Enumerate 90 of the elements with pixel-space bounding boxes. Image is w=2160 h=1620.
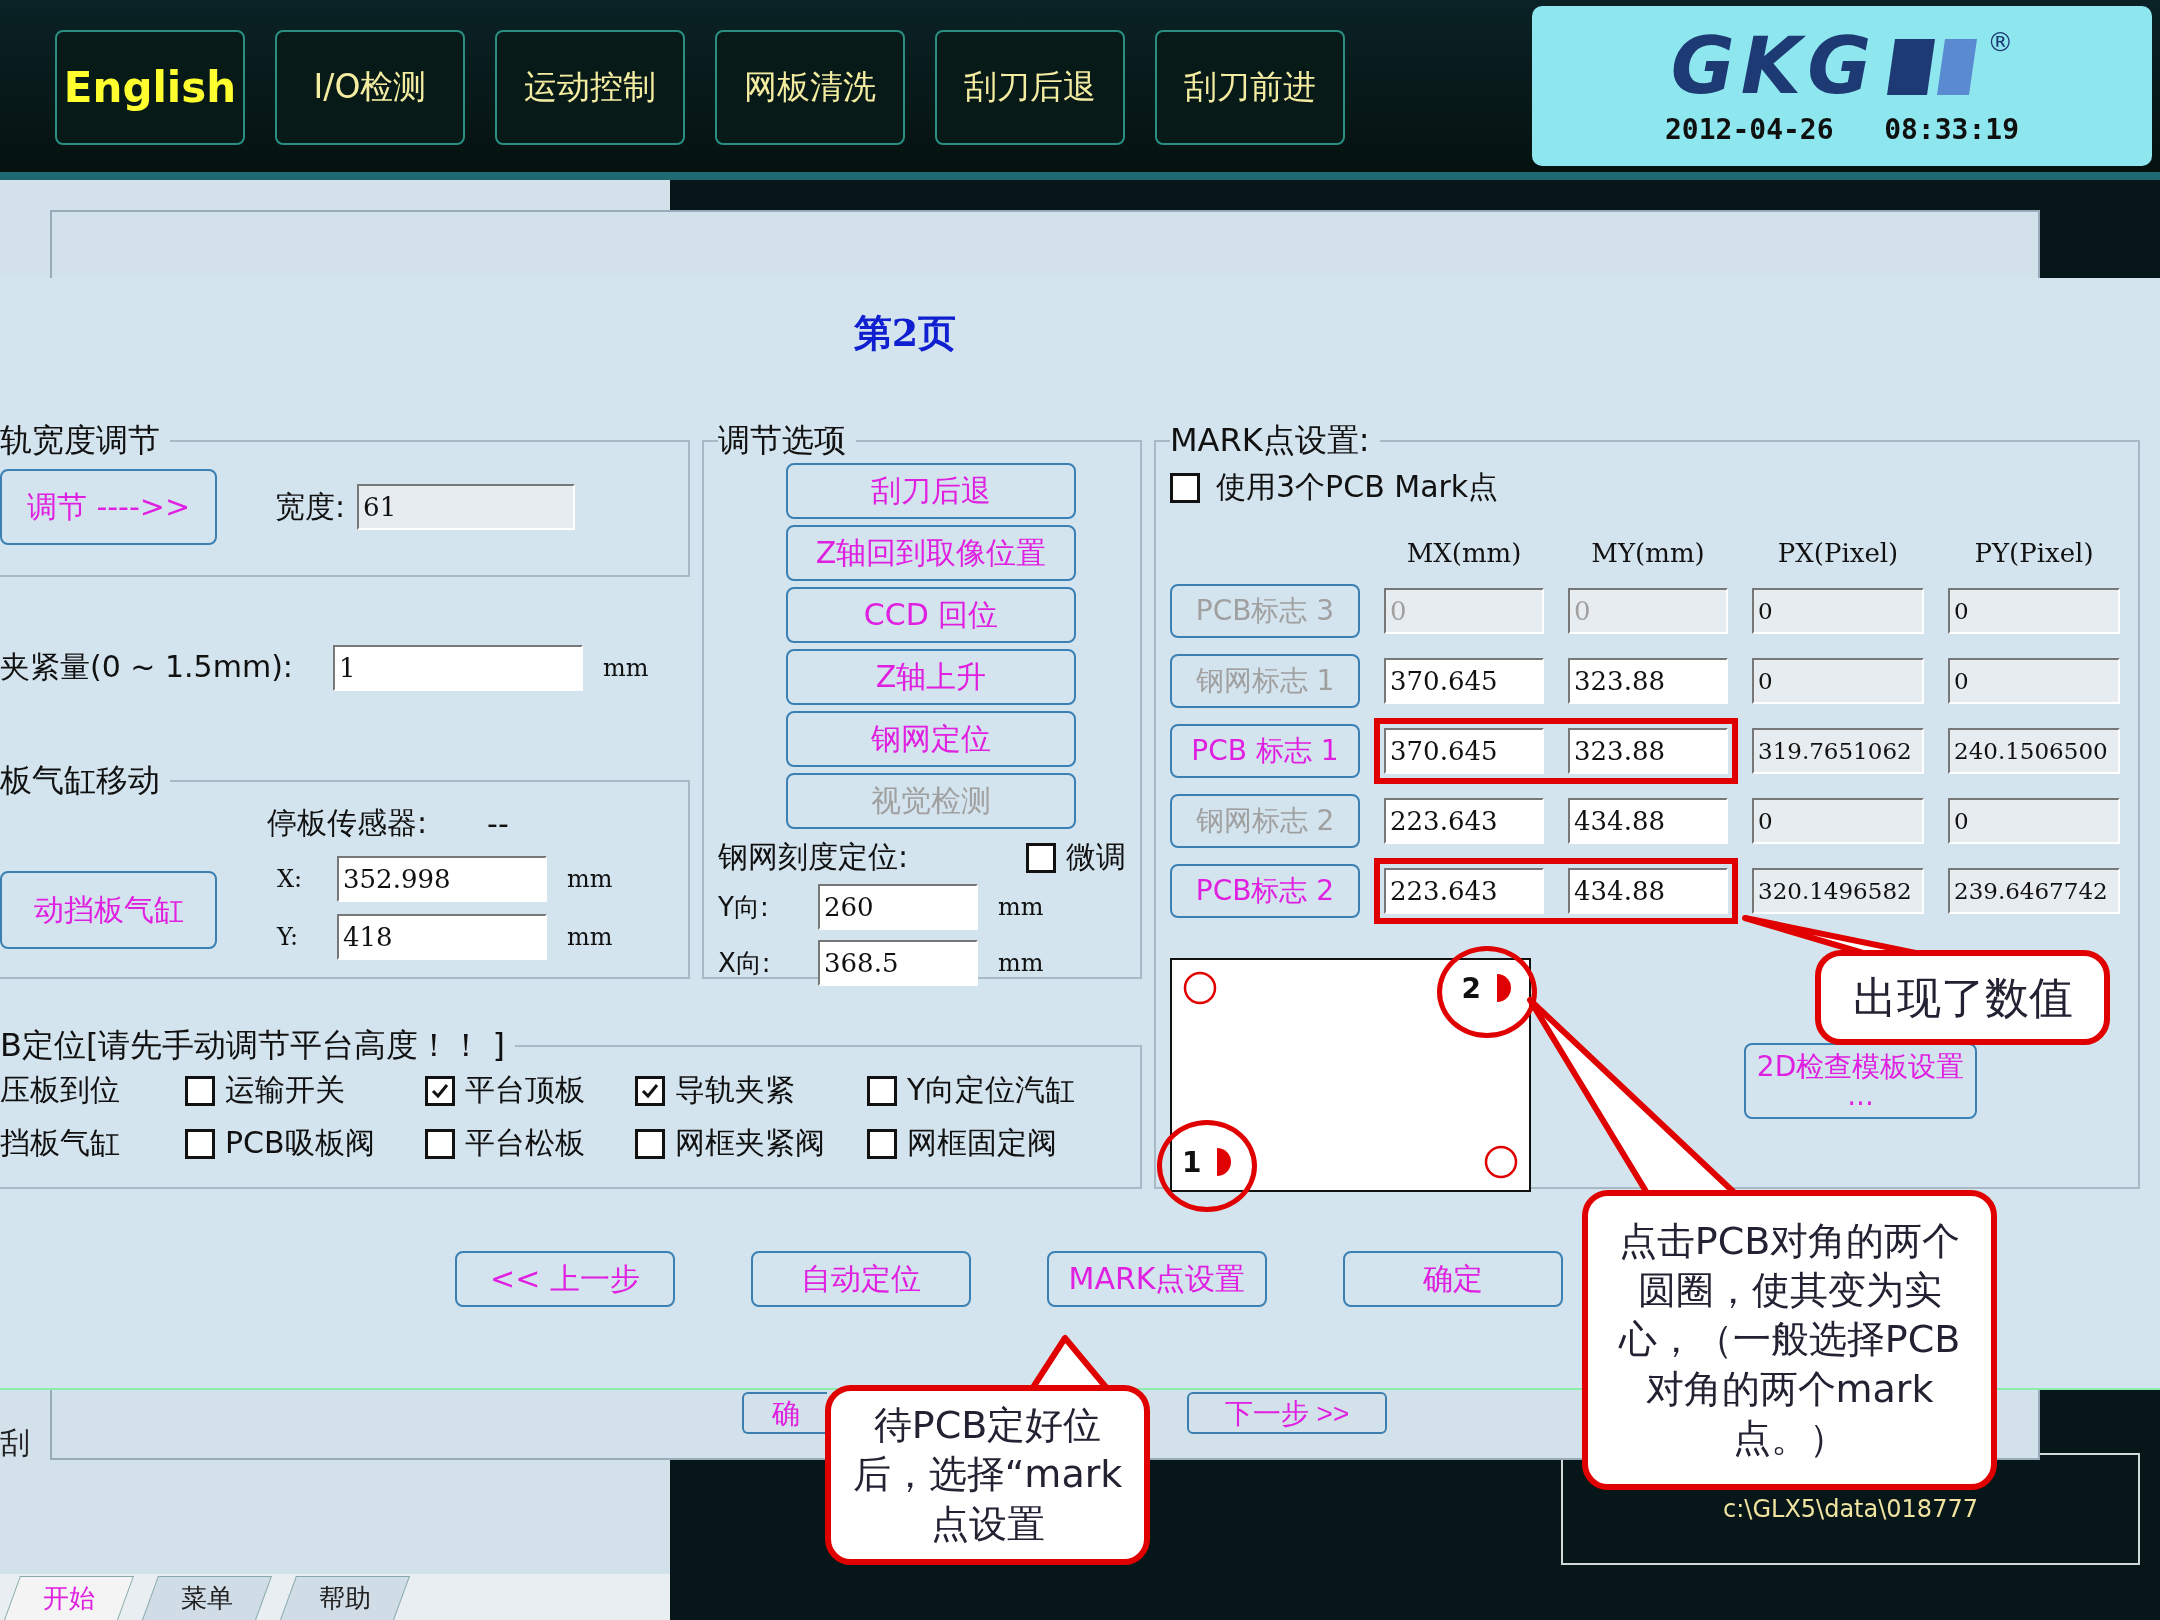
input-field[interactable]: 323.88 <box>1568 658 1728 704</box>
checkbox[interactable] <box>635 1128 665 1159</box>
group-title: 轨宽度调节 <box>0 420 161 461</box>
field-label: Y: <box>277 922 299 951</box>
input-field[interactable]: 0 <box>1948 588 2120 634</box>
input-field[interactable]: 260 <box>818 884 978 930</box>
input-field[interactable]: 0 <box>1752 588 1924 634</box>
date-time: 2012-04-26 08:33:19 <box>1665 112 2019 146</box>
checkbox-label: 使用3个PCB Mark点 <box>1216 468 1499 506</box>
input-field[interactable]: 370.645 <box>1384 658 1544 704</box>
input-field[interactable]: 0 <box>1752 798 1924 844</box>
unit-label: mm <box>998 893 1044 921</box>
unit-label: mm <box>998 949 1044 977</box>
input-field[interactable]: 323.88 <box>1568 728 1728 774</box>
group-title: 调节选项 <box>718 420 847 461</box>
input-field[interactable]: 0 <box>1752 658 1924 704</box>
group-title: B定位[请先手动调节平台高度！！ ] <box>0 1025 507 1066</box>
input-field[interactable]: 1 <box>332 644 583 691</box>
checkbox[interactable] <box>425 1075 455 1106</box>
checkbox-label: 网框夹紧阀 <box>675 1124 825 1162</box>
checkbox-label: 导轨夹紧 <box>675 1071 795 1109</box>
unit-label: mm <box>567 864 613 893</box>
field-label: X: <box>277 864 304 893</box>
field-label: 夹紧量(0 ~ 1.5mm): <box>0 648 293 687</box>
column-header: MX(mm) <box>1405 538 1523 568</box>
checkbox-label: 挡板气缸 <box>0 1124 120 1162</box>
field-label: Y向: <box>718 890 770 924</box>
group-title: 板气缸移动 <box>0 759 161 801</box>
input-field[interactable]: 0 <box>1948 658 2120 704</box>
checkbox-label: 微调 <box>1066 838 1126 876</box>
file-path: c:\GLX5\data\018777 <box>1723 1495 1978 1523</box>
nav-button[interactable]: 运动控制 <box>495 30 685 145</box>
registered-mark: ® <box>1987 26 2014 57</box>
language-button[interactable]: English <box>55 30 245 145</box>
input-field[interactable]: 0 <box>1948 798 2120 844</box>
input-field[interactable]: 319.7651062 <box>1752 728 1924 774</box>
input-field[interactable]: 370.645 <box>1384 728 1544 774</box>
nav-button[interactable]: 网板清洗 <box>715 30 905 145</box>
checkbox-label: 平台松板 <box>465 1124 585 1162</box>
tab[interactable]: 开始 <box>4 1576 134 1620</box>
input-field[interactable]: 434.88 <box>1568 798 1728 844</box>
checkbox-label: 网框固定阀 <box>907 1124 1057 1162</box>
tab[interactable]: 帮助 <box>280 1576 410 1620</box>
checkbox[interactable] <box>867 1075 897 1106</box>
column-header: PY(Pixel) <box>1973 538 2095 568</box>
column-header: MY(mm) <box>1590 538 1706 568</box>
group-title: MARK点设置: <box>1170 420 1371 461</box>
checkbox[interactable] <box>425 1128 455 1159</box>
panel-label: 刮 <box>0 1424 31 1462</box>
mark-circle-icon[interactable] <box>1483 1144 1519 1180</box>
input-field[interactable]: 320.1496582 <box>1752 868 1924 914</box>
checkbox-label: 压板到位 <box>0 1071 120 1109</box>
logo-bars-icon <box>1887 38 1978 95</box>
callout-bubble: 待PCB定好位后，选择“mark点设置 <box>825 1385 1150 1565</box>
checkbox-label: 平台顶板 <box>465 1071 585 1109</box>
column-header: PX(Pixel) <box>1776 538 1900 568</box>
input-field[interactable]: 223.643 <box>1384 868 1544 914</box>
checkbox[interactable] <box>1170 472 1200 503</box>
input-field[interactable]: 223.643 <box>1384 798 1544 844</box>
field-label: 钢网刻度定位: <box>718 838 909 876</box>
mark-circle-icon[interactable] <box>1182 970 1218 1006</box>
checkbox[interactable] <box>867 1128 897 1159</box>
input-field[interactable]: 368.5 <box>818 940 978 986</box>
logo-text: GKG <box>1670 26 1878 105</box>
input-field[interactable]: 239.6467742 <box>1948 868 2120 914</box>
field-label: 宽度: <box>275 487 346 526</box>
nav-button[interactable]: 刮刀前进 <box>1155 30 1345 145</box>
input-field[interactable]: 434.88 <box>1568 868 1728 914</box>
checkbox-label: Y向定位汽缸 <box>907 1071 1076 1109</box>
checkbox[interactable] <box>185 1075 215 1106</box>
dialog-title: 第2页 <box>852 309 958 357</box>
nav-button[interactable]: I/O检测 <box>275 30 465 145</box>
field-label: X向: <box>718 946 772 980</box>
tab[interactable]: 菜单 <box>142 1576 272 1620</box>
sensor-value: -- <box>487 805 509 841</box>
checkbox[interactable] <box>1026 842 1056 873</box>
input-field[interactable]: 418 <box>337 913 547 960</box>
checkbox[interactable] <box>635 1075 665 1106</box>
checkbox[interactable] <box>185 1128 215 1159</box>
mark-number: 2 <box>1461 971 1481 1005</box>
mark-number: 1 <box>1182 1145 1202 1179</box>
unit-label: mm <box>567 922 613 951</box>
input-field[interactable]: 61 <box>357 484 576 530</box>
nav-button[interactable]: 刮刀后退 <box>935 30 1125 145</box>
checkbox-label: 运输开关 <box>225 1071 345 1109</box>
input-field[interactable]: 240.1506500 <box>1948 728 2120 774</box>
input-field[interactable]: 352.998 <box>337 855 547 902</box>
checkbox-label: PCB吸板阀 <box>225 1124 375 1162</box>
field-label: 停板传感器: <box>267 803 428 842</box>
unit-label: mm <box>602 653 649 682</box>
